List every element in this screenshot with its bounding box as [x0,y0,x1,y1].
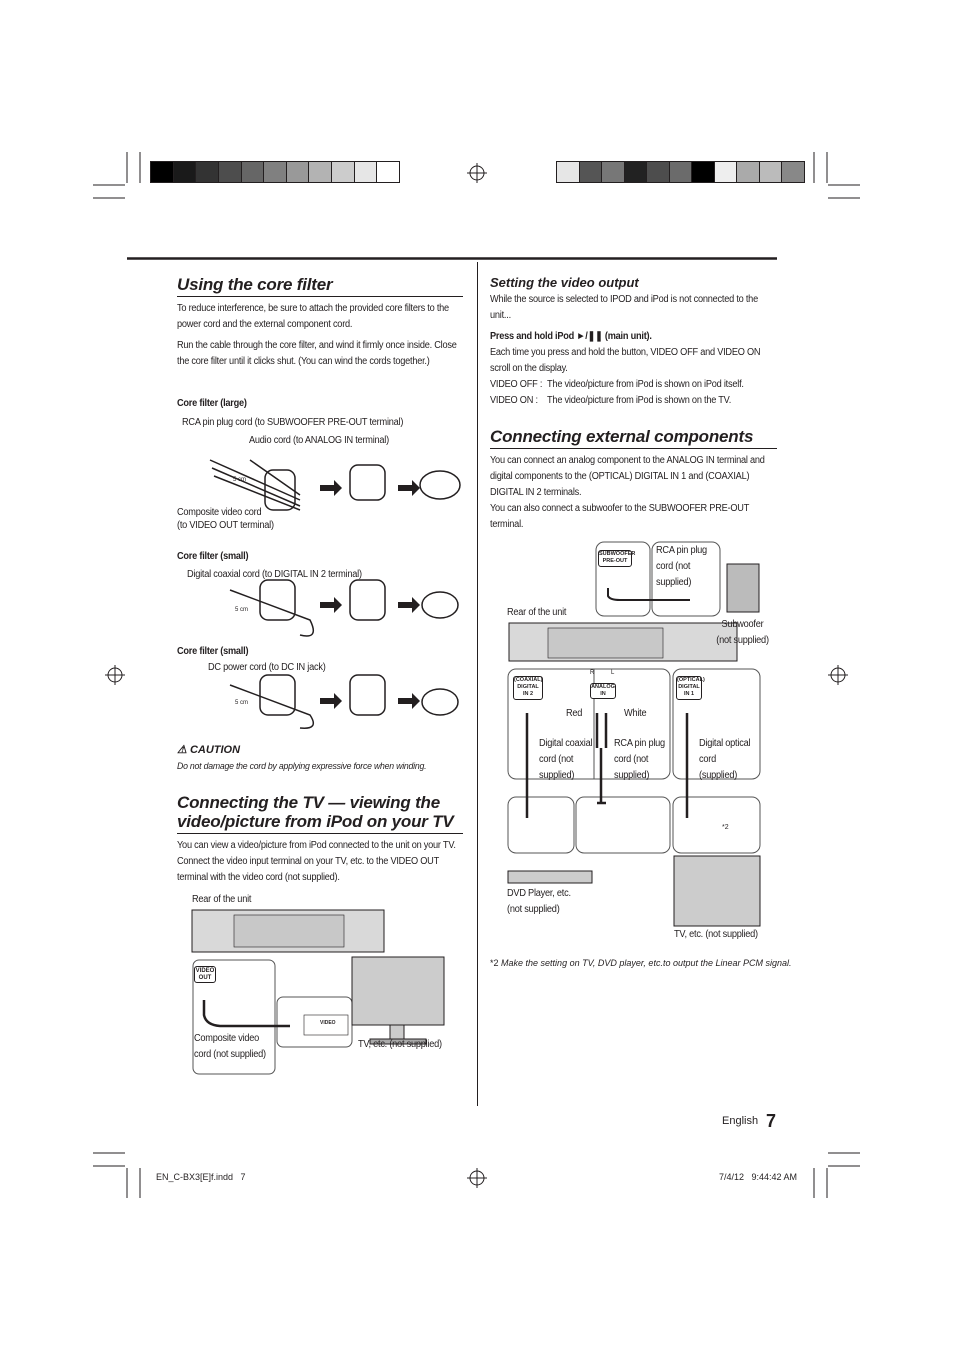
core-filter-large-heading: Core filter (large) [177,398,247,409]
footnote-mark: *2 [490,958,499,968]
caution-text: Do not damage the cord by applying expre… [177,761,427,772]
footer-language: English [722,1115,759,1127]
core-filter-diagrams [209,459,461,729]
external-title: Connecting external components [490,427,754,446]
warning-icon: ⚠ [177,744,187,756]
video-output-title: Setting the video output [490,275,639,290]
caution-title: CAUTION [189,744,241,756]
crop-marks [93,152,860,1198]
subwoofer-label: Subwoofer (not supplied) [716,619,769,646]
label-rca-sub: RCA pin plug cord (to SUBWOOFER PRE-OUT … [182,417,404,428]
external-para1: You can connect an analog component to t… [490,455,765,498]
tv-title-line1: Connecting the TV — viewing the [177,793,440,812]
rca-sub-label: RCA pin plug cord (not supplied) [656,545,707,588]
video-output-intro: While the source is selected to IPOD and… [490,294,758,321]
dim-small2: 5 cm [235,700,249,706]
tv-label: TV, etc. (not supplied) [358,1039,442,1050]
row-def: The video/picture from iPod is shown on … [547,379,744,390]
video-output-desc: Each time you press and hold the button,… [490,347,761,374]
tv-ext-label: TV, etc. (not supplied) [674,929,758,940]
core-filter-title: Using the core filter [177,275,333,294]
note-mark: *2 [722,824,729,831]
r-label: R [590,670,595,676]
rca-cord-label: RCA pin plug cord (not supplied) [614,738,665,781]
dvd-label: DVD Player, etc. (not supplied) [507,888,571,915]
footnote: *2 Make the setting on TV, DVD player, e… [490,958,792,968]
subwoofer-preout-tag: SUBWOOFER PRE-OUT [598,550,635,567]
tv-para: You can view a video/picture from iPod c… [177,840,456,883]
row-def: The video/picture from iPod is shown on … [547,395,732,406]
white-label: White [624,708,647,719]
dim-small1: 5 cm [235,607,249,613]
video-output-row: VIDEO ON : The video/picture from iPod is… [490,393,731,409]
core-filter-small2-heading: Core filter (small) [177,646,249,657]
core-filter-para2: Run the cable through the core filter, a… [177,340,457,367]
l-label: L [611,670,615,676]
analog-tag: ANALOG IN [590,683,616,699]
label-dc: DC power cord (to DC IN jack) [208,662,326,673]
external-diagram [507,541,761,927]
rear-unit-label: Rear of the unit [507,607,567,618]
tv-title-line2: video/picture from iPod on your TV [177,812,454,831]
video-output-row: VIDEO OFF : The video/picture from iPod i… [490,377,744,393]
optical-tag: (OPTICAL) DIGITAL IN 1 [676,676,705,700]
page-number: 7 [766,1111,777,1131]
footer-file: EN_C-BX3[E]f.indd 7 [156,1172,246,1182]
coax-cord-label: Digital coaxial cord (not supplied) [539,738,593,781]
core-filter-small1-heading: Core filter (small) [177,551,249,562]
coaxial-tag: (COAXIAL) DIGITAL IN 2 [513,676,543,700]
label-coax: Digital coaxial cord (to DIGITAL IN 2 te… [187,569,362,580]
tv-cord-label: Composite video cord (not supplied) [194,1033,266,1060]
optical-cord-label: Digital optical cord (supplied) [699,738,751,781]
row-term: VIDEO ON : [490,395,538,406]
core-filter-para1: To reduce interference, be sure to attac… [177,303,449,330]
row-term: VIDEO OFF : [490,379,543,390]
video-jack-label: VIDEO [320,1020,336,1026]
external-para2: You can also connect a subwoofer to the … [490,503,749,530]
video-output-instruction: Press and hold iPod ►/❚❚ (main unit). [490,331,652,342]
footnote-text: Make the setting on TV, DVD player, etc.… [501,958,792,968]
dim-large: 5 cm [233,477,247,483]
video-out-tag: VIDEO OUT [194,966,216,983]
caution-heading: ⚠ CAUTION [177,743,240,756]
red-label: Red [566,708,583,719]
footer-timestamp: 7/4/12 9:44:42 AM [719,1172,798,1182]
